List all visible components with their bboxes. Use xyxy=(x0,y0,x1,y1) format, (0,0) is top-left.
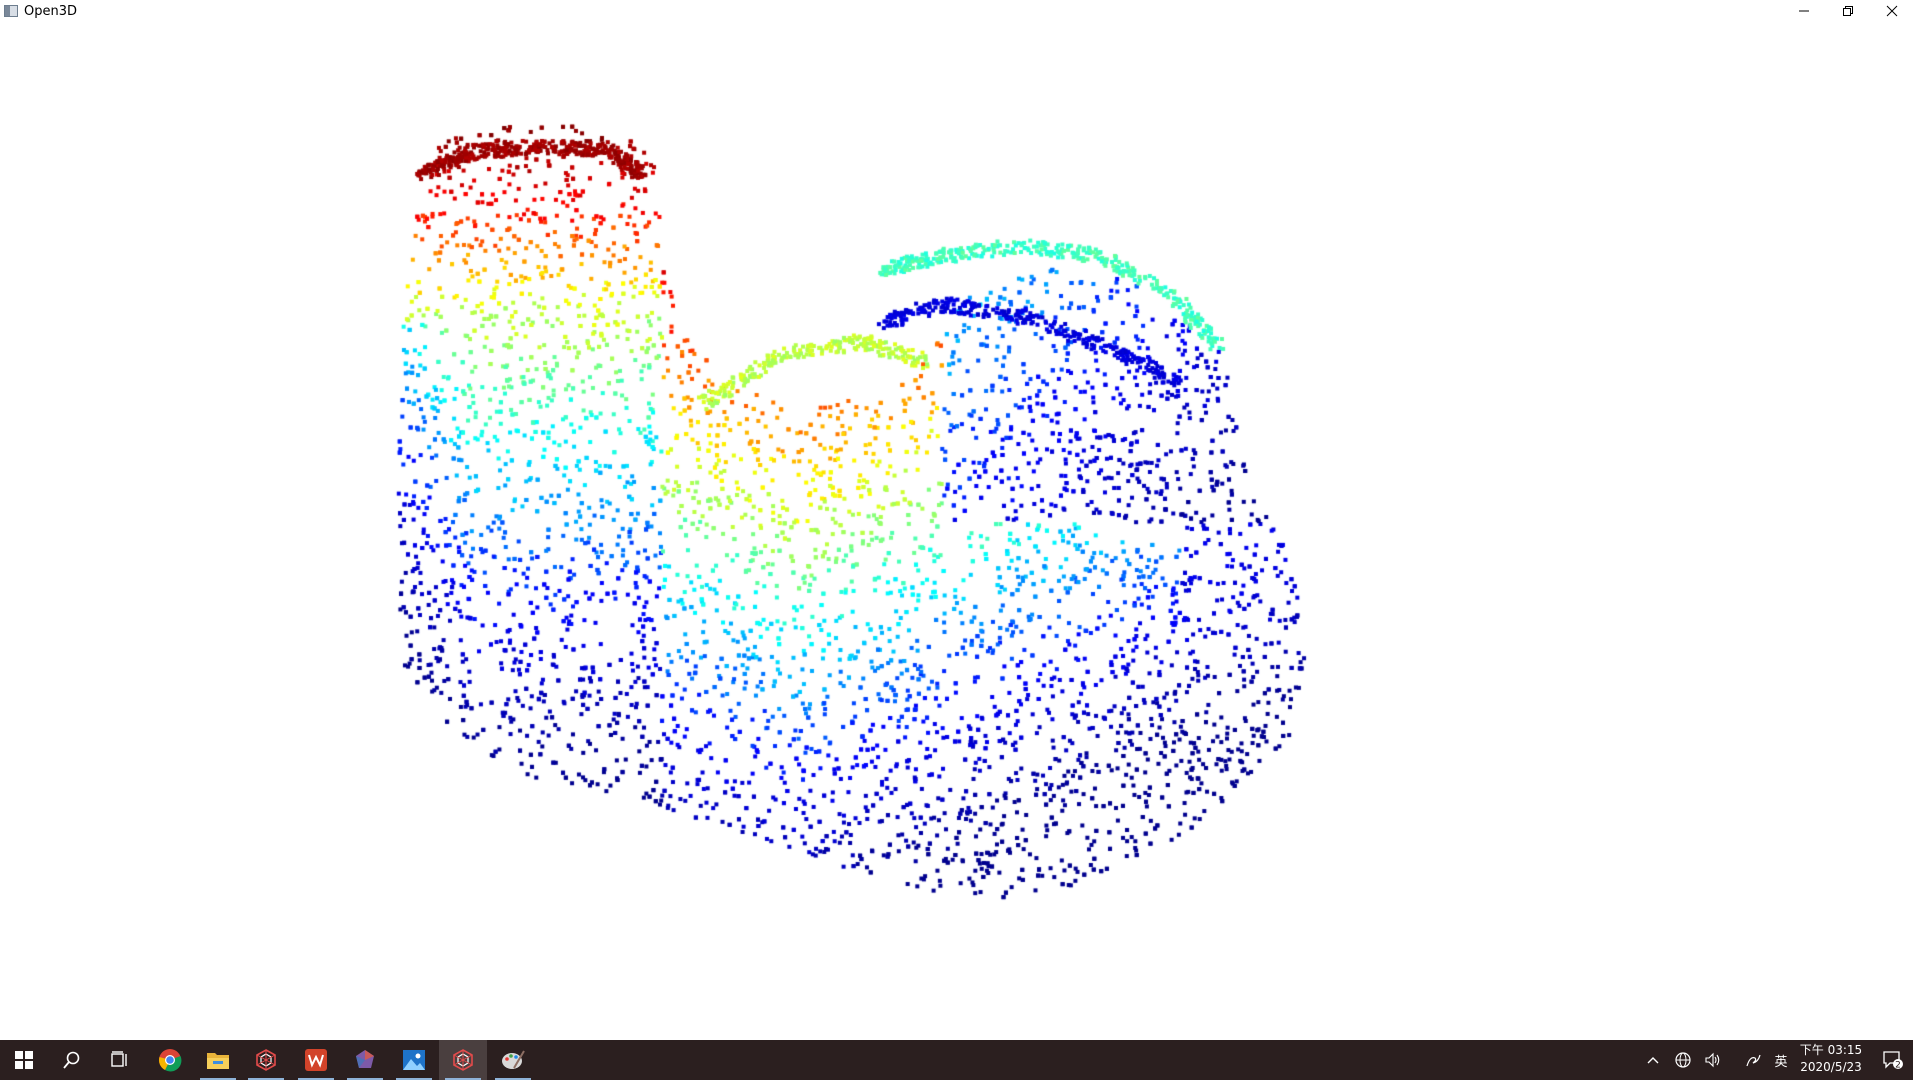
notification-count: 2 xyxy=(1895,1061,1901,1071)
action-center-button[interactable]: 2 xyxy=(1872,1040,1913,1080)
window-titlebar[interactable]: Open3D xyxy=(0,0,1913,22)
show-hidden-icons-button[interactable] xyxy=(1640,1040,1666,1080)
taskbar-app-open3d[interactable] xyxy=(242,1040,290,1080)
task-view-icon xyxy=(111,1051,127,1067)
network-button[interactable] xyxy=(1670,1040,1696,1080)
close-icon xyxy=(1886,5,1898,17)
search-icon xyxy=(63,1051,80,1069)
clock[interactable]: 下午 03:15 2020/5/23 xyxy=(1790,1042,1872,1078)
close-button[interactable] xyxy=(1870,0,1913,22)
taskbar-app-wps[interactable] xyxy=(292,1040,340,1080)
globe-icon xyxy=(1675,1052,1691,1068)
restore-icon xyxy=(1843,6,1853,16)
window-title: Open3D xyxy=(24,3,78,19)
clock-time: 下午 03:15 xyxy=(1799,1043,1863,1057)
taskbar-app-gem[interactable] xyxy=(341,1040,389,1080)
notification-icon: 2 xyxy=(1882,1051,1903,1071)
task-view-button[interactable] xyxy=(96,1040,144,1080)
taskbar-app-open3d-active[interactable] xyxy=(439,1040,487,1080)
paint-icon xyxy=(502,1050,525,1069)
chevron-up-icon xyxy=(1647,1057,1659,1064)
point-cloud-viewport[interactable] xyxy=(0,22,1913,1040)
chrome-icon xyxy=(159,1049,182,1072)
pen-icon xyxy=(1746,1054,1761,1067)
restore-button[interactable] xyxy=(1826,0,1870,22)
taskbar: 英 下午 03:15 2020/5/23 2 xyxy=(0,1040,1913,1080)
open3d-app-icon xyxy=(453,1049,473,1071)
pen-workspace-button[interactable] xyxy=(1740,1040,1766,1080)
search-button[interactable] xyxy=(48,1040,96,1080)
volume-button[interactable] xyxy=(1700,1040,1726,1080)
taskbar-app-photos[interactable] xyxy=(390,1040,438,1080)
file-explorer-icon xyxy=(207,1053,229,1069)
minimize-button[interactable] xyxy=(1782,0,1826,22)
open3d-app-icon xyxy=(256,1049,276,1071)
start-button[interactable] xyxy=(0,1040,48,1080)
input-method-indicator[interactable]: 英 xyxy=(1770,1040,1792,1080)
open3d-window-icon xyxy=(4,5,18,17)
taskbar-app-paint[interactable] xyxy=(489,1040,537,1080)
ime-label: 英 xyxy=(1774,1054,1788,1070)
taskbar-app-file-explorer[interactable] xyxy=(194,1040,242,1080)
speaker-icon xyxy=(1705,1052,1720,1068)
wps-writer-icon xyxy=(305,1049,327,1071)
gem-app-icon xyxy=(356,1050,374,1068)
photos-icon xyxy=(403,1050,425,1070)
clock-date: 2020/5/23 xyxy=(1800,1060,1862,1074)
windows-start-icon xyxy=(15,1051,33,1069)
minimize-icon xyxy=(1799,10,1809,12)
taskbar-app-chrome[interactable] xyxy=(146,1040,194,1080)
